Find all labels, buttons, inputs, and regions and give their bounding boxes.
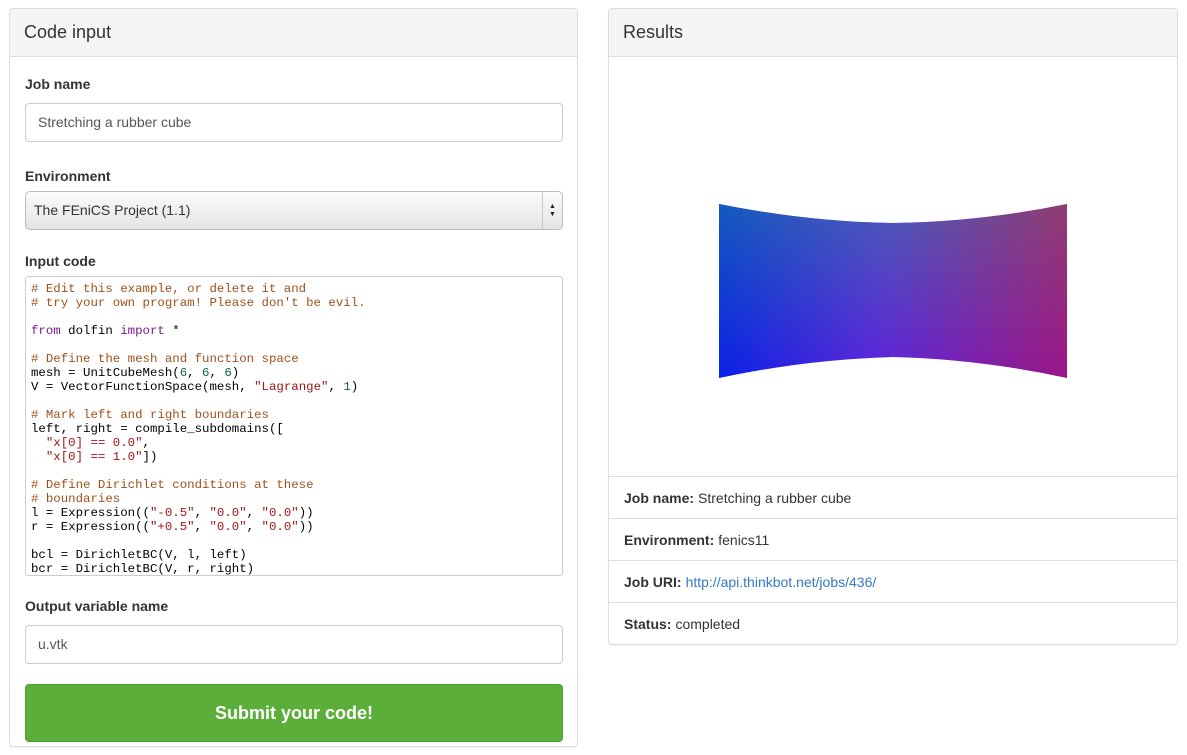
code-line: # Mark left and right boundaries [31,408,269,422]
stretched-cube-render [719,204,1067,378]
output-variable-label: Output variable name [25,598,169,614]
info-row: Job URI: http://api.thinkbot.net/jobs/436… [609,561,1177,603]
code-editor[interactable]: # Edit this example, or delete it and # t… [25,276,563,576]
result-visualization [609,57,1177,477]
code-line: from dolfin import * [31,324,180,338]
info-row: Status: completed [609,603,1177,645]
input-code-label: Input code [25,253,96,269]
code-line: bcl = DirichletBC(V, l, left) [31,548,247,562]
environment-selected-value: The FEniCS Project (1.1) [34,202,191,218]
code-line: # try your own program! Please don't be … [31,296,366,310]
job-name-input[interactable]: Stretching a rubber cube [25,103,563,142]
output-variable-input[interactable]: u.vtk [25,625,563,664]
info-key: Job URI: [624,573,682,590]
code-line: r = Expression(("+0.5", "0.0", "0.0")) [31,520,314,534]
code-input-panel-title: Code input [10,9,577,57]
job-info-list: Job name: Stretching a rubber cube Environ… [609,477,1177,645]
info-key: Status: [624,616,672,632]
code-line: # Define Dirichlet conditions at these [31,478,314,492]
results-panel-title: Results [609,9,1177,57]
submit-button[interactable]: Submit your code! [25,684,563,742]
code-line: # Define the mesh and function space [31,352,299,366]
code-line: # Edit this example, or delete it and [31,282,307,296]
info-value: completed [675,616,741,632]
code-line: V = VectorFunctionSpace(mesh, "Lagrange"… [31,380,359,394]
info-row: Environment: fenics11 [609,519,1177,561]
job-name-label: Job name [25,76,91,92]
info-value: fenics11 [718,531,770,548]
select-arrows-icon: ▲ ▼ [542,192,562,229]
info-value: Stretching a rubber cube [698,489,852,506]
code-line: # boundaries [31,492,121,506]
info-row: Job name: Stretching a rubber cube [609,477,1177,519]
code-line: "x[0] == 0.0", [45,436,150,450]
info-key: Job name: [624,489,695,506]
job-uri-link[interactable]: http://api.thinkbot.net/jobs/436/ [686,574,877,590]
code-line: bcr = DirichletBC(V, r, right) [31,562,255,576]
info-key: Environment: [624,531,715,548]
code-line: left, right = compile_subdomains([ [31,422,284,436]
code-line: mesh = UnitCubeMesh(6, 6, 6) [31,366,240,380]
code-line: l = Expression(("-0.5", "0.0", "0.0")) [31,506,314,520]
code-line: "x[0] == 1.0"]) [45,450,158,464]
code-input-panel: Code input Job name Stretching a rubber … [9,8,578,747]
environment-select[interactable]: The FEniCS Project (1.1) ▲ ▼ [25,191,563,230]
results-panel: Results Job name: Stretching a rubber cu… [608,8,1178,645]
environment-label: Environment [25,168,111,184]
